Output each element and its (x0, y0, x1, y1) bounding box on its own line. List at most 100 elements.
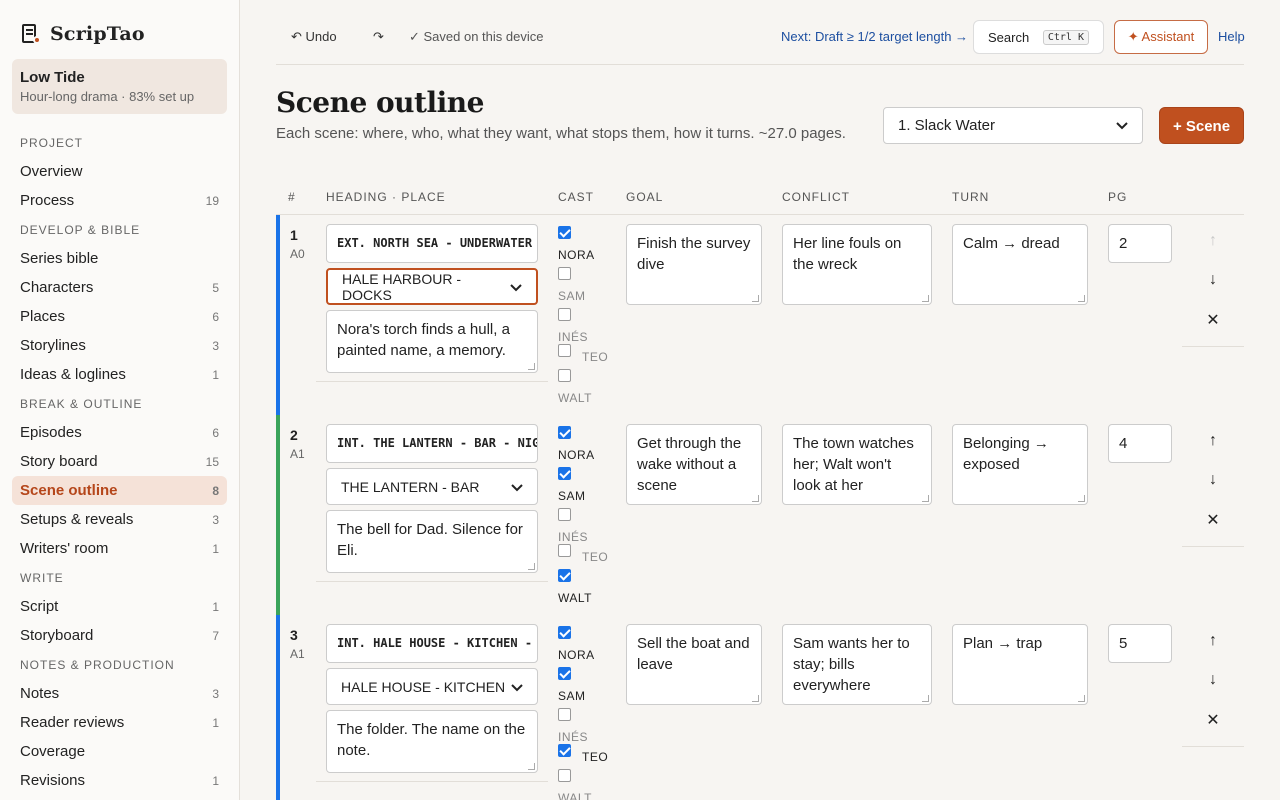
sidebar-item-notes[interactable]: Notes 3 (12, 679, 227, 708)
sidebar-item-ideas-loglines[interactable]: Ideas & loglines 1 (12, 360, 227, 389)
cast-item-teo[interactable]: TEO (558, 538, 622, 564)
cast-item-nora[interactable]: NORA (558, 415, 622, 462)
scene-conflict-textarea[interactable]: Her line fouls on the wreck (782, 224, 932, 305)
sidebar-item-reader-reviews[interactable]: Reader reviews 1 (12, 708, 227, 737)
resize-handle[interactable] (752, 295, 759, 302)
delete-icon[interactable]: ✕ (1182, 710, 1244, 730)
page-count-input[interactable]: 2 (1108, 224, 1172, 263)
page-count-input[interactable]: 5 (1108, 624, 1172, 663)
cast-item-nora[interactable]: NORA (558, 215, 622, 262)
cast-checkbox[interactable] (558, 226, 571, 239)
arrow-down-icon[interactable]: ↓ (1182, 471, 1244, 489)
resize-handle[interactable] (1078, 495, 1085, 502)
add-scene-button[interactable]: + Scene (1159, 107, 1244, 144)
scene-conflict-textarea[interactable]: The town watches her; Walt won't look at… (782, 424, 932, 505)
resize-handle[interactable] (922, 295, 929, 302)
project-card[interactable]: Low Tide Hour-long drama · 83% set up (12, 59, 227, 114)
sidebar-item-script[interactable]: Script 1 (12, 592, 227, 621)
cast-item-in-s[interactable]: INÉS (558, 297, 622, 344)
cast-item-walt[interactable]: WALT (558, 558, 622, 605)
scene-summary-textarea[interactable]: Nora's torch finds a hull, a painted nam… (326, 310, 538, 373)
resize-handle[interactable] (528, 363, 535, 370)
cast-checkbox[interactable] (558, 769, 571, 782)
cast-checkbox[interactable] (558, 344, 571, 357)
place-select[interactable]: THE LANTERN - BAR (326, 468, 538, 505)
arrow-up-icon[interactable]: ↑ (1182, 632, 1244, 650)
redo-button[interactable]: ↷ (373, 20, 384, 54)
cast-item-walt[interactable]: WALT (558, 358, 622, 405)
cast-checkbox[interactable] (558, 308, 571, 321)
cast-item-walt[interactable]: WALT (558, 758, 622, 800)
cast-item-sam[interactable]: SAM (558, 456, 622, 503)
cast-checkbox[interactable] (558, 426, 571, 439)
resize-handle[interactable] (528, 763, 535, 770)
episode-select[interactable]: 1. Slack Water (883, 107, 1143, 144)
arrow-up-icon[interactable]: ↑ (1182, 232, 1244, 250)
sidebar-item-storylines[interactable]: Storylines 3 (12, 331, 227, 360)
cast-item-sam[interactable]: SAM (558, 656, 622, 703)
scene-turn-textarea[interactable]: Plan → trap (952, 624, 1088, 705)
resize-handle[interactable] (922, 695, 929, 702)
scene-goal-textarea[interactable]: Get through the wake without a scene (626, 424, 762, 505)
cast-item-in-s[interactable]: INÉS (558, 497, 622, 544)
sidebar-item-places[interactable]: Places 6 (12, 302, 227, 331)
sidebar-item-coverage[interactable]: Coverage (12, 737, 227, 766)
cast-checkbox[interactable] (558, 508, 571, 521)
scene-heading-input[interactable]: INT. HALE HOUSE - KITCHEN - DAY (326, 624, 538, 663)
cast-item-teo[interactable]: TEO (558, 338, 622, 364)
cast-checkbox[interactable] (558, 744, 571, 757)
resize-handle[interactable] (922, 495, 929, 502)
cast-checkbox[interactable] (558, 569, 571, 582)
sidebar-item-episodes[interactable]: Episodes 6 (12, 418, 227, 447)
arrow-down-icon[interactable]: ↓ (1182, 271, 1244, 289)
arrow-down-icon[interactable]: ↓ (1182, 671, 1244, 689)
assistant-button[interactable]: ✦ Assistant (1114, 20, 1208, 54)
cast-checkbox[interactable] (558, 708, 571, 721)
place-select[interactable]: HALE HOUSE - KITCHEN (326, 668, 538, 705)
brand[interactable]: ScripTao (20, 22, 145, 46)
cast-checkbox[interactable] (558, 369, 571, 382)
arrow-up-icon[interactable]: ↑ (1182, 432, 1244, 450)
sidebar-item-writers-room[interactable]: Writers' room 1 (12, 534, 227, 563)
page-count-input[interactable]: 4 (1108, 424, 1172, 463)
resize-handle[interactable] (1078, 695, 1085, 702)
cast-checkbox[interactable] (558, 667, 571, 680)
scene-turn-textarea[interactable]: Calm → dread (952, 224, 1088, 305)
search-button[interactable]: Search Ctrl K (973, 20, 1104, 54)
resize-handle[interactable] (528, 563, 535, 570)
cast-item-teo[interactable]: TEO (558, 738, 622, 764)
help-link[interactable]: Help (1218, 20, 1245, 54)
scene-heading-input[interactable]: EXT. NORTH SEA - UNDERWATER - NIGHT (326, 224, 538, 263)
scene-goal-textarea[interactable]: Sell the boat and leave (626, 624, 762, 705)
cast-item-in-s[interactable]: INÉS (558, 697, 622, 744)
cast-checkbox[interactable] (558, 267, 571, 280)
cast-checkbox[interactable] (558, 544, 571, 557)
scene-conflict-textarea[interactable]: Sam wants her to stay; bills everywhere (782, 624, 932, 705)
cast-checkbox[interactable] (558, 467, 571, 480)
resize-handle[interactable] (1078, 295, 1085, 302)
next-step-link[interactable]: Next: Draft ≥ 1/2 target length → (781, 20, 968, 54)
cast-item-sam[interactable]: SAM (558, 256, 622, 303)
resize-handle[interactable] (752, 495, 759, 502)
resize-handle[interactable] (752, 695, 759, 702)
sidebar-item-revisions[interactable]: Revisions 1 (12, 766, 227, 795)
scene-summary-textarea[interactable]: The bell for Dad. Silence for Eli. (326, 510, 538, 573)
delete-icon[interactable]: ✕ (1182, 310, 1244, 330)
delete-icon[interactable]: ✕ (1182, 510, 1244, 530)
scene-goal-textarea[interactable]: Finish the survey dive (626, 224, 762, 305)
cast-item-nora[interactable]: NORA (558, 615, 622, 662)
sidebar-item-story-board[interactable]: Story board 15 (12, 447, 227, 476)
sidebar-item-process[interactable]: Process 19 (12, 186, 227, 215)
undo-button[interactable]: ↶ Undo (291, 20, 337, 54)
sidebar-item-storyboard[interactable]: Storyboard 7 (12, 621, 227, 650)
sidebar-item-characters[interactable]: Characters 5 (12, 273, 227, 302)
place-select[interactable]: HALE HARBOUR - DOCKS (326, 268, 538, 305)
sidebar-item-scene-outline[interactable]: Scene outline 8 (12, 476, 227, 505)
sidebar-item-series-bible[interactable]: Series bible (12, 244, 227, 273)
sidebar-item-setups-reveals[interactable]: Setups & reveals 3 (12, 505, 227, 534)
scene-heading-input[interactable]: INT. THE LANTERN - BAR - NIGHT (326, 424, 538, 463)
scene-turn-textarea[interactable]: Belonging → exposed (952, 424, 1088, 505)
scene-summary-textarea[interactable]: The folder. The name on the note. (326, 710, 538, 773)
sidebar-item-overview[interactable]: Overview (12, 157, 227, 186)
cast-checkbox[interactable] (558, 626, 571, 639)
